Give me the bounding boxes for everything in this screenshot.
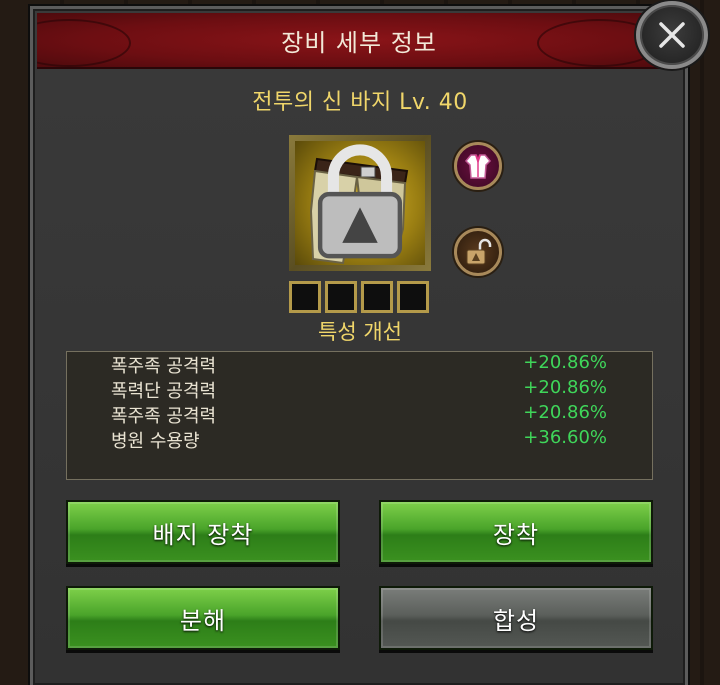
dialog-header: 장비 세부 정보	[37, 13, 681, 69]
stat-value: +20.86%	[523, 402, 607, 423]
equip-button[interactable]: 장착	[379, 500, 653, 564]
close-button[interactable]	[636, 1, 708, 69]
stat-row: 폭력단 공격력 +20.86%	[67, 377, 652, 402]
close-icon	[659, 22, 685, 48]
lock-icon	[317, 144, 403, 259]
socket-slot[interactable]	[325, 281, 357, 313]
stat-value: +20.86%	[523, 352, 607, 373]
socket-slot[interactable]	[361, 281, 393, 313]
stat-name: 폭주족 공격력	[111, 406, 217, 427]
unlock-button[interactable]	[454, 228, 502, 276]
trait-improvement-label: 특성 개선	[318, 320, 402, 344]
socket-slots	[289, 281, 429, 313]
item-name: 전투의 신 바지 Lv. 40	[252, 90, 468, 115]
combine-button[interactable]: 합성	[379, 586, 653, 650]
item-icon-frame[interactable]	[289, 135, 431, 271]
stat-name: 폭력단 공격력	[111, 381, 217, 402]
stat-value: +20.86%	[523, 377, 607, 398]
socket-slot[interactable]	[397, 281, 429, 313]
dismantle-button[interactable]: 분해	[66, 586, 340, 650]
costume-icon	[464, 154, 492, 179]
dialog-title: 장비 세부 정보	[281, 28, 437, 57]
stat-value: +36.60%	[523, 427, 607, 448]
stat-row: 폭주족 공격력 +20.86%	[67, 352, 652, 377]
unlock-icon	[466, 238, 492, 265]
stat-row: 폭주족 공격력 +20.86%	[67, 402, 652, 427]
badge-equip-button[interactable]: 배지 장착	[66, 500, 340, 564]
stat-row: 병원 수용량 +36.60%	[67, 427, 652, 452]
socket-slot[interactable]	[289, 281, 321, 313]
item-icon-background	[295, 141, 425, 265]
stat-name: 병원 수용량	[111, 431, 200, 452]
stat-name: 폭주족 공격력	[111, 356, 217, 377]
costume-button[interactable]	[454, 142, 502, 190]
stats-panel: 폭주족 공격력 +20.86% 폭력단 공격력 +20.86% 폭주족 공격력 …	[66, 351, 653, 480]
